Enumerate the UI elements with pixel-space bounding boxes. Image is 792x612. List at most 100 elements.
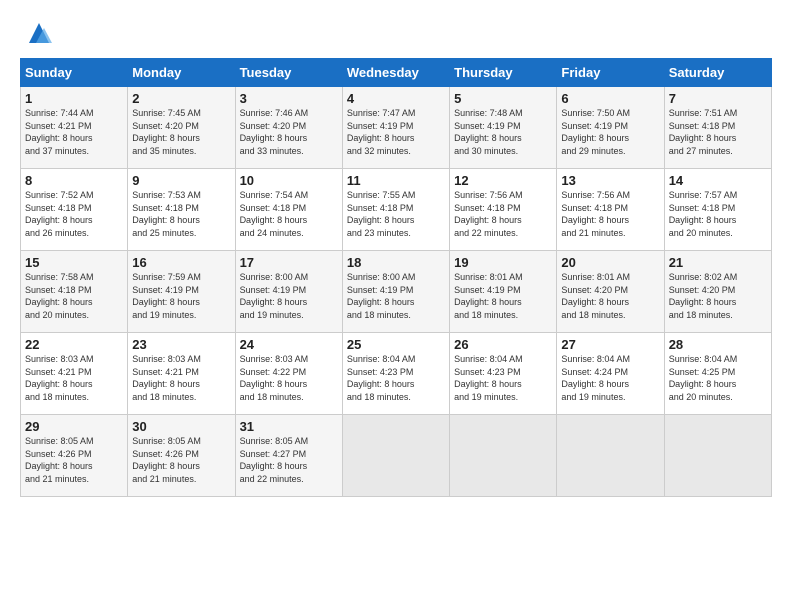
day-number: 22 (25, 337, 123, 352)
cell-text: Sunrise: 7:54 AMSunset: 4:18 PMDaylight:… (240, 189, 338, 239)
day-number: 29 (25, 419, 123, 434)
cell-text: Sunrise: 8:04 AMSunset: 4:24 PMDaylight:… (561, 353, 659, 403)
day-number: 15 (25, 255, 123, 270)
calendar-cell: 29Sunrise: 8:05 AMSunset: 4:26 PMDayligh… (21, 415, 128, 497)
day-number: 17 (240, 255, 338, 270)
calendar-cell (342, 415, 449, 497)
calendar-cell: 17Sunrise: 8:00 AMSunset: 4:19 PMDayligh… (235, 251, 342, 333)
day-number: 20 (561, 255, 659, 270)
day-of-week-tuesday: Tuesday (235, 59, 342, 87)
calendar-cell: 6Sunrise: 7:50 AMSunset: 4:19 PMDaylight… (557, 87, 664, 169)
cell-text: Sunrise: 8:04 AMSunset: 4:25 PMDaylight:… (669, 353, 767, 403)
calendar-cell (664, 415, 771, 497)
day-number: 26 (454, 337, 552, 352)
cell-text: Sunrise: 8:05 AMSunset: 4:27 PMDaylight:… (240, 435, 338, 485)
cell-text: Sunrise: 7:52 AMSunset: 4:18 PMDaylight:… (25, 189, 123, 239)
calendar-cell: 11Sunrise: 7:55 AMSunset: 4:18 PMDayligh… (342, 169, 449, 251)
calendar-cell: 16Sunrise: 7:59 AMSunset: 4:19 PMDayligh… (128, 251, 235, 333)
calendar-week-row: 22Sunrise: 8:03 AMSunset: 4:21 PMDayligh… (21, 333, 772, 415)
calendar-cell: 24Sunrise: 8:03 AMSunset: 4:22 PMDayligh… (235, 333, 342, 415)
calendar-cell: 28Sunrise: 8:04 AMSunset: 4:25 PMDayligh… (664, 333, 771, 415)
cell-text: Sunrise: 8:05 AMSunset: 4:26 PMDaylight:… (25, 435, 123, 485)
cell-text: Sunrise: 8:05 AMSunset: 4:26 PMDaylight:… (132, 435, 230, 485)
calendar-week-row: 15Sunrise: 7:58 AMSunset: 4:18 PMDayligh… (21, 251, 772, 333)
day-number: 30 (132, 419, 230, 434)
day-of-week-friday: Friday (557, 59, 664, 87)
cell-text: Sunrise: 7:44 AMSunset: 4:21 PMDaylight:… (25, 107, 123, 157)
cell-text: Sunrise: 8:00 AMSunset: 4:19 PMDaylight:… (347, 271, 445, 321)
calendar-cell: 26Sunrise: 8:04 AMSunset: 4:23 PMDayligh… (450, 333, 557, 415)
calendar-cell: 20Sunrise: 8:01 AMSunset: 4:20 PMDayligh… (557, 251, 664, 333)
cell-text: Sunrise: 8:03 AMSunset: 4:21 PMDaylight:… (25, 353, 123, 403)
day-number: 21 (669, 255, 767, 270)
cell-text: Sunrise: 7:56 AMSunset: 4:18 PMDaylight:… (561, 189, 659, 239)
day-number: 13 (561, 173, 659, 188)
calendar-week-row: 29Sunrise: 8:05 AMSunset: 4:26 PMDayligh… (21, 415, 772, 497)
calendar-cell: 18Sunrise: 8:00 AMSunset: 4:19 PMDayligh… (342, 251, 449, 333)
calendar-cell: 1Sunrise: 7:44 AMSunset: 4:21 PMDaylight… (21, 87, 128, 169)
calendar-cell: 10Sunrise: 7:54 AMSunset: 4:18 PMDayligh… (235, 169, 342, 251)
cell-text: Sunrise: 7:45 AMSunset: 4:20 PMDaylight:… (132, 107, 230, 157)
cell-text: Sunrise: 8:03 AMSunset: 4:22 PMDaylight:… (240, 353, 338, 403)
calendar-header-row: SundayMondayTuesdayWednesdayThursdayFrid… (21, 59, 772, 87)
cell-text: Sunrise: 7:58 AMSunset: 4:18 PMDaylight:… (25, 271, 123, 321)
calendar-cell: 5Sunrise: 7:48 AMSunset: 4:19 PMDaylight… (450, 87, 557, 169)
day-number: 2 (132, 91, 230, 106)
calendar-cell: 23Sunrise: 8:03 AMSunset: 4:21 PMDayligh… (128, 333, 235, 415)
calendar-week-row: 8Sunrise: 7:52 AMSunset: 4:18 PMDaylight… (21, 169, 772, 251)
day-number: 6 (561, 91, 659, 106)
cell-text: Sunrise: 8:03 AMSunset: 4:21 PMDaylight:… (132, 353, 230, 403)
day-number: 5 (454, 91, 552, 106)
cell-text: Sunrise: 8:00 AMSunset: 4:19 PMDaylight:… (240, 271, 338, 321)
day-of-week-wednesday: Wednesday (342, 59, 449, 87)
cell-text: Sunrise: 7:56 AMSunset: 4:18 PMDaylight:… (454, 189, 552, 239)
calendar-cell: 27Sunrise: 8:04 AMSunset: 4:24 PMDayligh… (557, 333, 664, 415)
calendar-cell: 8Sunrise: 7:52 AMSunset: 4:18 PMDaylight… (21, 169, 128, 251)
calendar-cell (450, 415, 557, 497)
day-number: 31 (240, 419, 338, 434)
day-number: 9 (132, 173, 230, 188)
calendar-cell: 21Sunrise: 8:02 AMSunset: 4:20 PMDayligh… (664, 251, 771, 333)
cell-text: Sunrise: 7:47 AMSunset: 4:19 PMDaylight:… (347, 107, 445, 157)
calendar-cell (557, 415, 664, 497)
calendar-cell: 9Sunrise: 7:53 AMSunset: 4:18 PMDaylight… (128, 169, 235, 251)
calendar-cell: 12Sunrise: 7:56 AMSunset: 4:18 PMDayligh… (450, 169, 557, 251)
calendar-cell: 3Sunrise: 7:46 AMSunset: 4:20 PMDaylight… (235, 87, 342, 169)
cell-text: Sunrise: 7:51 AMSunset: 4:18 PMDaylight:… (669, 107, 767, 157)
page: SundayMondayTuesdayWednesdayThursdayFrid… (0, 0, 792, 612)
cell-text: Sunrise: 8:04 AMSunset: 4:23 PMDaylight:… (454, 353, 552, 403)
day-number: 25 (347, 337, 445, 352)
day-of-week-sunday: Sunday (21, 59, 128, 87)
day-number: 1 (25, 91, 123, 106)
calendar: SundayMondayTuesdayWednesdayThursdayFrid… (20, 58, 772, 497)
day-number: 28 (669, 337, 767, 352)
day-of-week-saturday: Saturday (664, 59, 771, 87)
cell-text: Sunrise: 7:55 AMSunset: 4:18 PMDaylight:… (347, 189, 445, 239)
cell-text: Sunrise: 8:01 AMSunset: 4:19 PMDaylight:… (454, 271, 552, 321)
calendar-cell: 22Sunrise: 8:03 AMSunset: 4:21 PMDayligh… (21, 333, 128, 415)
calendar-cell: 7Sunrise: 7:51 AMSunset: 4:18 PMDaylight… (664, 87, 771, 169)
logo (20, 18, 54, 48)
calendar-cell: 19Sunrise: 8:01 AMSunset: 4:19 PMDayligh… (450, 251, 557, 333)
calendar-cell: 13Sunrise: 7:56 AMSunset: 4:18 PMDayligh… (557, 169, 664, 251)
cell-text: Sunrise: 7:59 AMSunset: 4:19 PMDaylight:… (132, 271, 230, 321)
calendar-week-row: 1Sunrise: 7:44 AMSunset: 4:21 PMDaylight… (21, 87, 772, 169)
day-number: 12 (454, 173, 552, 188)
cell-text: Sunrise: 8:02 AMSunset: 4:20 PMDaylight:… (669, 271, 767, 321)
calendar-cell: 15Sunrise: 7:58 AMSunset: 4:18 PMDayligh… (21, 251, 128, 333)
day-of-week-monday: Monday (128, 59, 235, 87)
calendar-cell: 14Sunrise: 7:57 AMSunset: 4:18 PMDayligh… (664, 169, 771, 251)
day-number: 19 (454, 255, 552, 270)
day-number: 14 (669, 173, 767, 188)
cell-text: Sunrise: 7:50 AMSunset: 4:19 PMDaylight:… (561, 107, 659, 157)
day-number: 3 (240, 91, 338, 106)
cell-text: Sunrise: 8:01 AMSunset: 4:20 PMDaylight:… (561, 271, 659, 321)
day-number: 11 (347, 173, 445, 188)
day-number: 18 (347, 255, 445, 270)
cell-text: Sunrise: 7:46 AMSunset: 4:20 PMDaylight:… (240, 107, 338, 157)
cell-text: Sunrise: 7:53 AMSunset: 4:18 PMDaylight:… (132, 189, 230, 239)
day-number: 7 (669, 91, 767, 106)
day-number: 4 (347, 91, 445, 106)
cell-text: Sunrise: 8:04 AMSunset: 4:23 PMDaylight:… (347, 353, 445, 403)
day-number: 8 (25, 173, 123, 188)
